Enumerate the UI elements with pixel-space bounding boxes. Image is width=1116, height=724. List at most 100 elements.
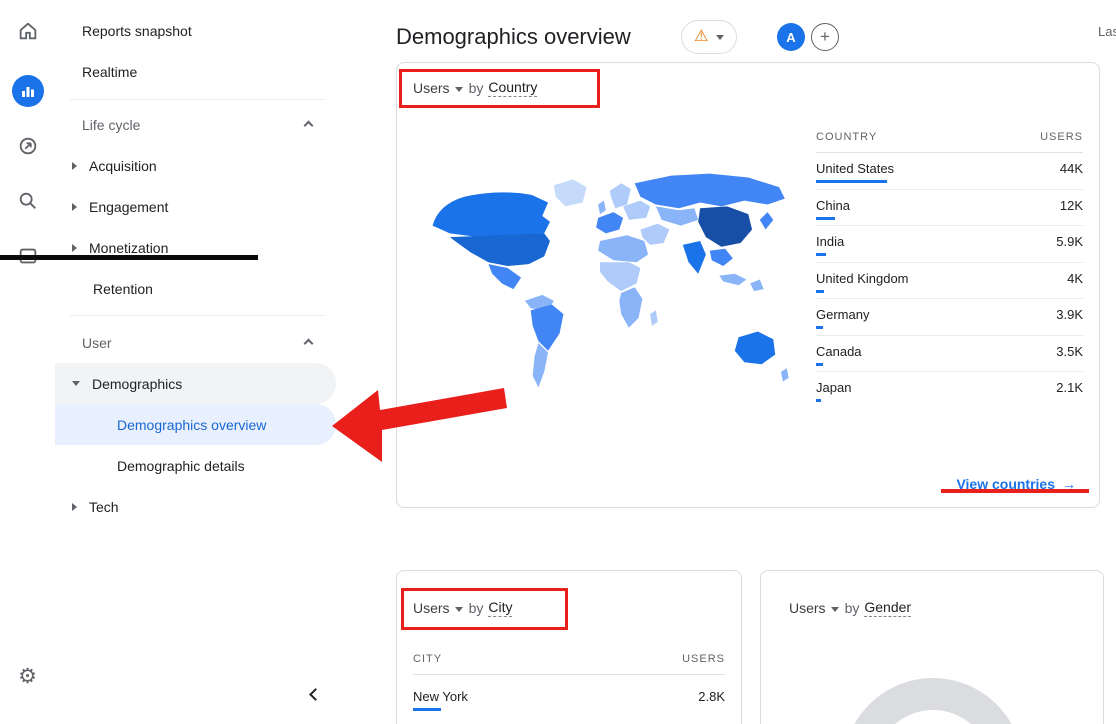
arrow-right-icon: →: [1062, 476, 1076, 492]
sidebar-item-label: Demographics overview: [117, 417, 266, 433]
city-table: CITY USERS New York 2.8K: [413, 653, 725, 723]
sidebar-item-label: Retention: [93, 281, 153, 297]
country-name: India: [816, 234, 844, 249]
table-row: United States 44K: [816, 153, 1083, 190]
add-comparison-button[interactable]: +: [811, 23, 839, 51]
country-name: Japan: [816, 380, 851, 395]
users-by-country-card: Users by Country: [396, 62, 1100, 508]
country-users: 44K: [1060, 161, 1083, 176]
reports-sidebar: Reports snapshot Realtime Life cycle Acq…: [55, 0, 336, 724]
sidebar-item-label: Tech: [89, 499, 119, 515]
table-header: COUNTRY USERS: [816, 131, 1083, 153]
caret-down-icon: [455, 607, 463, 612]
avatar[interactable]: A: [777, 23, 805, 51]
country-users: 3.9K: [1056, 307, 1083, 322]
admin-gear-icon[interactable]: ⚙: [18, 666, 37, 687]
sidebar-collapse-button[interactable]: [303, 682, 327, 706]
city-bar: [413, 708, 441, 711]
sidebar-item-realtime[interactable]: Realtime: [55, 51, 336, 92]
page-title: Demographics overview: [396, 24, 631, 50]
column-header-users: USERS: [1040, 131, 1083, 143]
chevron-up-icon: [304, 121, 314, 131]
country-bar: [816, 399, 821, 402]
country-users: 12K: [1060, 198, 1083, 213]
country-name: China: [816, 198, 850, 213]
table-row: Japan 2.1K: [816, 372, 1083, 409]
country-users: 4K: [1067, 271, 1083, 286]
table-row: New York 2.8K: [413, 675, 725, 723]
reports-icon[interactable]: [12, 75, 44, 107]
users-by-city-control: Users by City: [413, 599, 512, 617]
sidebar-item-engagement[interactable]: Engagement: [55, 186, 336, 227]
caret-down-icon: [831, 607, 839, 612]
nav-icon-rail: ⚙: [0, 0, 55, 724]
gear-glyph: ⚙: [18, 666, 37, 687]
city-name: New York: [413, 689, 468, 704]
view-countries-label: View countries: [956, 476, 1055, 492]
country-name: United States: [816, 161, 894, 176]
country-users: 2.1K: [1056, 380, 1083, 395]
sidebar-item-demographics[interactable]: Demographics: [55, 363, 336, 404]
warning-triangle-icon: ⚠: [694, 29, 708, 45]
by-label: by: [469, 600, 484, 616]
sidebar-item-label: Acquisition: [89, 158, 157, 174]
sidebar-item-acquisition[interactable]: Acquisition: [55, 145, 336, 186]
country-table: COUNTRY USERS United States 44K China 12…: [816, 131, 1083, 409]
date-range-label[interactable]: Las: [1098, 24, 1116, 39]
sidebar-item-demographic-details[interactable]: Demographic details: [55, 445, 336, 486]
table-row: Germany 3.9K: [816, 299, 1083, 336]
country-bar: [816, 253, 826, 256]
table-row: India 5.9K: [816, 226, 1083, 263]
section-header-label: Life cycle: [82, 117, 140, 133]
city-users: 2.8K: [698, 689, 725, 704]
country-users: 5.9K: [1056, 234, 1083, 249]
sidebar-item-label: Demographic details: [117, 458, 245, 474]
data-quality-warning-dropdown[interactable]: ⚠: [681, 20, 737, 54]
home-icon[interactable]: [17, 20, 39, 42]
sidebar-divider: [70, 315, 325, 316]
sidebar-section-user[interactable]: User: [55, 322, 336, 363]
ga4-demographics-page: ⚙ Reports snapshot Realtime Life cycle A…: [0, 0, 1116, 724]
dimension-dropdown[interactable]: City: [488, 599, 512, 617]
metric-dropdown[interactable]: Users: [413, 80, 450, 96]
dimension-dropdown[interactable]: Country: [488, 79, 537, 97]
sidebar-item-demographics-overview[interactable]: Demographics overview: [55, 404, 336, 445]
users-by-gender-card: Users by Gender: [760, 570, 1104, 724]
country-name: United Kingdom: [816, 271, 909, 286]
chevron-up-icon: [304, 339, 314, 349]
section-header-label: User: [82, 335, 112, 351]
sidebar-item-monetization[interactable]: Monetization: [55, 227, 336, 268]
view-countries-link[interactable]: View countries →: [956, 476, 1076, 492]
column-header-users: USERS: [682, 653, 725, 665]
users-by-country-control: Users by Country: [413, 79, 537, 97]
users-by-city-card: Users by City CITY USERS New York 2.8K: [396, 570, 742, 724]
expand-right-icon: [72, 244, 77, 252]
table-row: China 12K: [816, 190, 1083, 227]
explore-icon[interactable]: [17, 190, 39, 212]
library-icon[interactable]: [17, 245, 39, 267]
country-users: 3.5K: [1056, 344, 1083, 359]
sidebar-item-retention[interactable]: Retention: [55, 268, 336, 309]
table-row: United Kingdom 4K: [816, 263, 1083, 300]
sidebar-item-reports-snapshot[interactable]: Reports snapshot: [55, 10, 336, 51]
expand-right-icon: [72, 503, 77, 511]
metric-dropdown[interactable]: Users: [789, 600, 826, 616]
metric-dropdown[interactable]: Users: [413, 600, 450, 616]
country-name: Canada: [816, 344, 862, 359]
world-choropleth-map[interactable]: [421, 148, 806, 438]
sidebar-section-life-cycle[interactable]: Life cycle: [55, 104, 336, 145]
country-bar: [816, 290, 824, 293]
by-label: by: [845, 600, 860, 616]
country-name: Germany: [816, 307, 869, 322]
dimension-dropdown[interactable]: Gender: [864, 599, 911, 617]
country-bar: [816, 326, 823, 329]
sidebar-item-tech[interactable]: Tech: [55, 486, 336, 527]
advertising-icon[interactable]: [17, 135, 39, 157]
chevron-left-icon: [309, 688, 322, 701]
country-bar: [816, 363, 823, 366]
caret-down-icon: [455, 87, 463, 92]
users-by-gender-control: Users by Gender: [789, 599, 911, 617]
sidebar-item-label: Monetization: [89, 240, 168, 256]
expand-right-icon: [72, 203, 77, 211]
sidebar-item-label: Realtime: [82, 64, 137, 80]
